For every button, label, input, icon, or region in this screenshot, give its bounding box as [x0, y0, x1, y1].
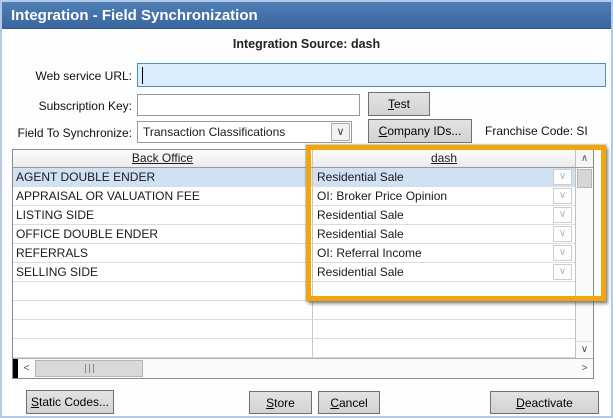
table-row-empty[interactable] [13, 282, 575, 301]
company-ids-button[interactable]: Company IDs... [368, 119, 472, 143]
field-to-synchronize-select[interactable]: Transaction Classifications ∨ [137, 121, 352, 143]
scroll-down-button[interactable]: ∨ [576, 341, 593, 358]
chevron-up-icon: ∧ [580, 152, 589, 164]
static-codes-button[interactable]: Static Codes... [26, 390, 114, 414]
table-body: AGENT DOUBLE ENDER Residential Sale ∨ AP… [13, 168, 575, 358]
dash-cell[interactable]: OI: Referral Income ∨ [313, 244, 575, 262]
table-row-empty[interactable] [13, 301, 575, 320]
dash-dropdown-button[interactable]: ∨ [553, 226, 572, 242]
dash-cell-value: Residential Sale [317, 265, 404, 279]
back-office-cell-empty [13, 282, 313, 300]
window-title: Integration - Field Synchronization [11, 7, 258, 24]
table-row[interactable]: APPRAISAL OR VALUATION FEE OI: Broker Pr… [13, 187, 575, 206]
dash-cell-value: Residential Sale [317, 170, 404, 184]
dash-cell[interactable]: OI: Broker Price Opinion ∨ [313, 187, 575, 205]
chevron-down-icon: ∨ [558, 190, 567, 201]
chevron-left-icon: < [23, 362, 30, 374]
back-office-cell[interactable]: APPRAISAL OR VALUATION FEE [13, 187, 313, 205]
table-row[interactable]: REFERRALS OI: Referral Income ∨ [13, 244, 575, 263]
window-titlebar: Integration - Field Synchronization [2, 2, 611, 29]
table-header: Back Office dash ∧ [13, 150, 593, 168]
dash-cell[interactable]: Residential Sale ∨ [313, 263, 575, 281]
dash-cell-empty [313, 320, 575, 338]
table-row[interactable]: OFFICE DOUBLE ENDER Residential Sale ∨ [13, 225, 575, 244]
horizontal-scrollbar[interactable]: < > [13, 358, 593, 378]
test-button[interactable]: Test [368, 92, 430, 116]
deactivate-button[interactable]: Deactivate [490, 391, 599, 414]
chevron-down-icon: ∨ [558, 209, 567, 220]
combo-dropdown-button[interactable]: ∨ [331, 123, 350, 141]
table-row[interactable]: LISTING SIDE Residential Sale ∨ [13, 206, 575, 225]
dash-cell-value: Residential Sale [317, 208, 404, 222]
franchise-code-label: Franchise Code: SI [485, 124, 588, 138]
scroll-right-button[interactable]: > [576, 359, 593, 378]
integration-source-label: Integration Source: dash [232, 37, 381, 51]
back-office-cell[interactable]: LISTING SIDE [13, 206, 313, 224]
scroll-up-button[interactable]: ∧ [575, 150, 593, 167]
dash-dropdown-button[interactable]: ∨ [553, 169, 572, 185]
chevron-down-icon: ∨ [336, 125, 345, 138]
back-office-cell[interactable]: OFFICE DOUBLE ENDER [13, 225, 313, 243]
chevron-down-icon: ∨ [558, 228, 567, 239]
column-header-dash[interactable]: dash [313, 150, 575, 167]
vertical-scrollbar[interactable]: ∨ [575, 168, 593, 358]
dash-dropdown-button[interactable]: ∨ [553, 264, 572, 280]
table-row-empty[interactable] [13, 320, 575, 339]
table-row-empty[interactable] [13, 339, 575, 358]
dash-cell[interactable]: Residential Sale ∨ [313, 225, 575, 243]
back-office-cell-empty [13, 339, 313, 357]
back-office-cell[interactable]: REFERRALS [13, 244, 313, 262]
subscription-key-input[interactable] [137, 94, 360, 116]
back-office-cell-empty [13, 301, 313, 319]
subscription-key-label: Subscription Key: [38, 99, 132, 113]
chevron-down-icon: ∨ [558, 171, 567, 182]
dash-cell-empty [313, 282, 575, 300]
column-header-back-office[interactable]: Back Office [13, 150, 313, 167]
chevron-down-icon: ∨ [558, 266, 567, 277]
chevron-right-icon: > [581, 362, 588, 374]
cancel-button[interactable]: Cancel [318, 391, 380, 414]
table-row[interactable]: SELLING SIDE Residential Sale ∨ [13, 263, 575, 282]
grip-icon [84, 364, 94, 373]
scroll-left-button[interactable]: < [18, 359, 35, 378]
field-to-synchronize-value: Transaction Classifications [143, 125, 286, 139]
scrollbar-track[interactable] [143, 359, 576, 378]
vertical-scrollbar-thumb[interactable] [577, 169, 592, 188]
text-caret [142, 67, 143, 84]
back-office-cell[interactable]: SELLING SIDE [13, 263, 313, 281]
dash-cell[interactable]: Residential Sale ∨ [313, 168, 575, 186]
back-office-cell[interactable]: AGENT DOUBLE ENDER [13, 168, 313, 186]
dash-dropdown-button[interactable]: ∨ [553, 188, 572, 204]
dash-cell-value: OI: Broker Price Opinion [317, 189, 448, 203]
dash-cell[interactable]: Residential Sale ∨ [313, 206, 575, 224]
mapping-table: Back Office dash ∧ AGENT DOUBLE ENDER Re… [12, 149, 594, 379]
web-service-url-input[interactable] [137, 63, 606, 87]
store-button[interactable]: Store [249, 391, 312, 414]
web-service-url-label: Web service URL: [35, 69, 132, 83]
dash-cell-value: Residential Sale [317, 227, 404, 241]
horizontal-scrollbar-thumb[interactable] [35, 360, 143, 377]
table-row[interactable]: AGENT DOUBLE ENDER Residential Sale ∨ [13, 168, 575, 187]
dash-cell-value: OI: Referral Income [317, 246, 422, 260]
dash-cell-empty [313, 339, 575, 357]
dash-dropdown-button[interactable]: ∨ [553, 207, 572, 223]
dash-dropdown-button[interactable]: ∨ [553, 245, 572, 261]
chevron-down-icon: ∨ [580, 344, 589, 355]
field-to-synchronize-label: Field To Synchronize: [17, 126, 132, 140]
back-office-cell-empty [13, 320, 313, 338]
dash-cell-empty [313, 301, 575, 319]
chevron-down-icon: ∨ [558, 247, 567, 258]
integration-dialog: Integration - Field Synchronization Inte… [0, 0, 613, 418]
